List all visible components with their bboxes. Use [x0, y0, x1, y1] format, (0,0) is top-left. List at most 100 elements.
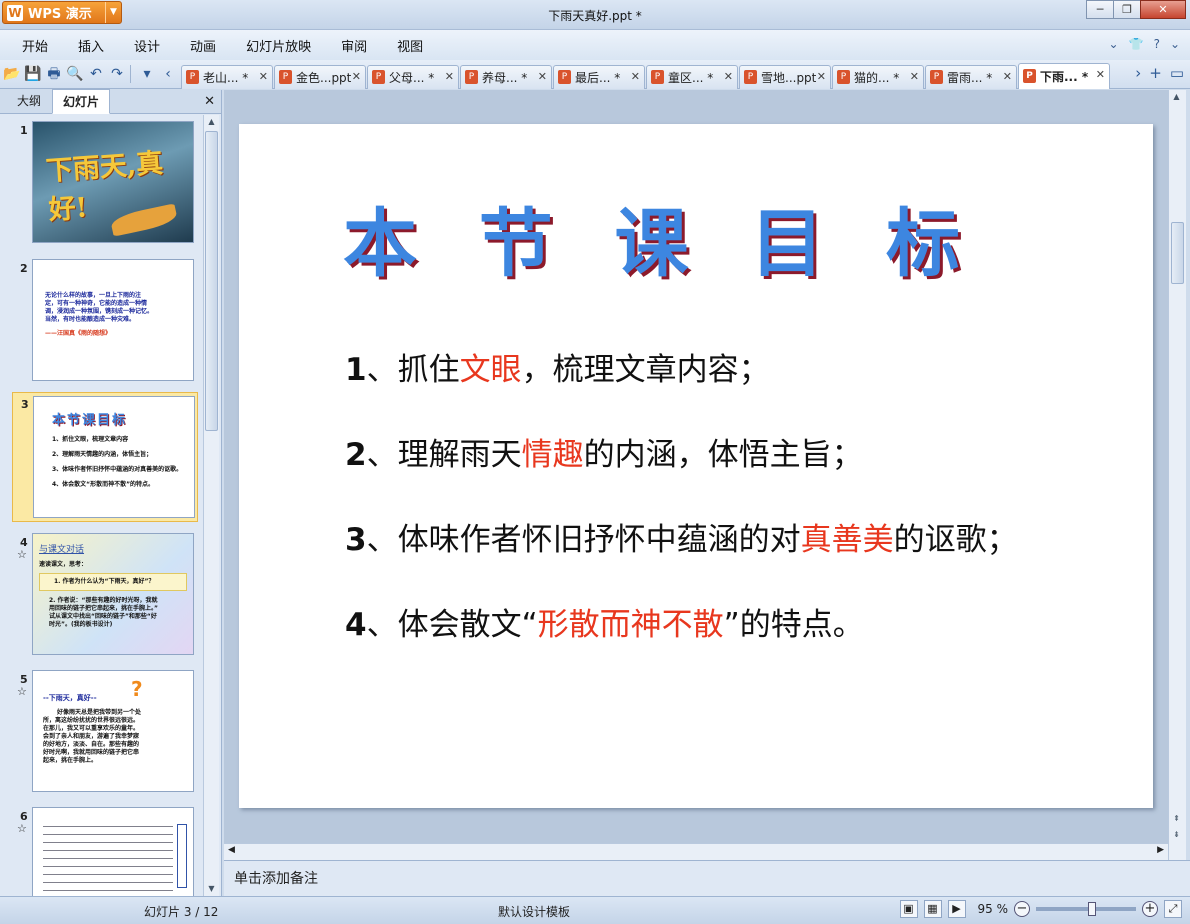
- thumbnail-text: 试从课文中找出“回味的链子”和那些“好: [49, 613, 157, 620]
- print-preview-icon[interactable]: 🔍: [66, 65, 84, 83]
- slideshow-view-icon[interactable]: ▶: [947, 900, 966, 918]
- zoom-out-icon[interactable]: −: [1014, 901, 1030, 917]
- slide-number: 1: [20, 124, 28, 137]
- print-icon[interactable]: 🖶: [45, 65, 63, 83]
- minimize-button[interactable]: ─: [1086, 0, 1114, 19]
- close-icon[interactable]: ✕: [1003, 70, 1012, 83]
- chevron-down-icon[interactable]: ⌄: [1109, 37, 1119, 51]
- maximize-button[interactable]: ❐: [1113, 0, 1141, 19]
- slide-thumbnail[interactable]: 本节课目标 1、抓住文眼，梳理文章内容 2、理解雨天情趣的内涵，体悟主旨； 3、…: [33, 396, 195, 518]
- doc-tab[interactable]: P 父母... * ✕: [367, 64, 459, 89]
- goal-item[interactable]: 4、体会散文“形散而神不散”的特点。: [345, 599, 864, 644]
- slide-thumbnail[interactable]: 无论什么样的故事，一旦上下雨的注 定，可有一种神奇，它能的造成一种情 调，浸润成…: [32, 259, 194, 381]
- tab-outline[interactable]: 大纲: [6, 88, 52, 113]
- close-icon[interactable]: ✕: [352, 70, 361, 83]
- doc-tab[interactable]: P 金色...ppt ✕: [274, 64, 366, 89]
- doc-tab[interactable]: P 雪地...ppt ✕: [739, 64, 831, 89]
- normal-view-icon[interactable]: ▣: [899, 900, 918, 918]
- close-icon[interactable]: ✕: [1096, 68, 1105, 81]
- doc-tab[interactable]: P 养母... * ✕: [460, 64, 552, 89]
- scroll-up-icon[interactable]: ▲: [204, 115, 219, 129]
- menu-review[interactable]: 审阅: [341, 36, 367, 55]
- close-icon[interactable]: ✕: [259, 70, 268, 83]
- close-icon[interactable]: ✕: [910, 70, 919, 83]
- menu-insert[interactable]: 插入: [78, 36, 104, 55]
- menu-start[interactable]: 开始: [22, 36, 48, 55]
- scroll-right-icon[interactable]: ▶: [1157, 845, 1164, 855]
- undo-icon[interactable]: ↶: [87, 65, 105, 83]
- zoom-slider[interactable]: [1036, 902, 1136, 916]
- goal-text: 、体会散文“: [366, 607, 538, 643]
- slide-thumbnail-row[interactable]: 1 下雨天,真好!: [0, 119, 202, 245]
- slide-title[interactable]: 本 节 课 目 标: [343, 184, 978, 291]
- redo-icon[interactable]: ↷: [108, 65, 126, 83]
- close-icon[interactable]: ✕: [724, 70, 733, 83]
- doc-tab[interactable]: P 老山... * ✕: [181, 64, 273, 89]
- help-icon[interactable]: ?: [1154, 37, 1160, 51]
- slide-thumbnail[interactable]: 与课文对话 速读课文，思考： 1. 作者为什么认为“下雨天，真好”？ 2. 作者…: [32, 533, 194, 655]
- notes-pane[interactable]: 单击添加备注: [224, 860, 1190, 896]
- scrollbar-thumb[interactable]: [205, 131, 218, 431]
- slide-thumbnail-row[interactable]: 2 无论什么样的故事，一旦上下雨的注 定，可有一种神奇，它能的造成一种情 调，浸…: [0, 257, 202, 383]
- fit-to-window-icon[interactable]: ⤢: [1164, 900, 1182, 918]
- slides-panel-scrollbar[interactable]: ▲ ▼: [203, 115, 219, 896]
- slide-thumbnail[interactable]: 下雨天,真好!: [32, 121, 194, 243]
- previous-slide-icon[interactable]: ⇞: [1169, 812, 1184, 826]
- tab-slides[interactable]: 幻灯片: [52, 89, 111, 114]
- scroll-down-icon[interactable]: ▼: [204, 882, 219, 896]
- new-tab-icon[interactable]: +: [1149, 64, 1162, 82]
- doc-tab-label: 父母... *: [389, 70, 435, 85]
- menu-design[interactable]: 设计: [134, 36, 160, 55]
- close-icon[interactable]: ✕: [817, 70, 826, 83]
- tab-list-icon[interactable]: ▭: [1170, 64, 1184, 82]
- scroll-left-icon[interactable]: ◀: [228, 845, 235, 855]
- thumbnail-text: 3、体味作者怀旧抒怀中蕴涵的对真善美的讴歌。: [52, 466, 183, 473]
- doc-tab-active[interactable]: P 下雨... * ✕: [1018, 62, 1110, 89]
- menu-animation[interactable]: 动画: [190, 36, 216, 55]
- goal-item[interactable]: 2、理解雨天情趣的内涵，体悟主旨；: [345, 429, 863, 474]
- customize-toolbar-icon[interactable]: ▾: [138, 65, 156, 83]
- thumbnail-text: 所，离这纷纷扰扰的世界很远很远。: [43, 717, 140, 724]
- zoom-in-icon[interactable]: +: [1142, 901, 1158, 917]
- slide-thumbnail[interactable]: [32, 807, 194, 896]
- goal-item[interactable]: 1、抓住文眼，梳理文章内容；: [345, 344, 770, 389]
- zoom-slider-handle[interactable]: [1088, 902, 1096, 916]
- chevron-down-icon[interactable]: ⌄: [1170, 37, 1180, 51]
- scroll-up-icon[interactable]: ▲: [1169, 90, 1184, 104]
- current-slide[interactable]: 本 节 课 目 标 1、抓住文眼，梳理文章内容； 2、理解雨天情趣的内涵，体悟主…: [239, 124, 1153, 808]
- menu-view[interactable]: 视图: [397, 36, 423, 55]
- close-button[interactable]: ✕: [1140, 0, 1186, 19]
- close-panel-icon[interactable]: ✕: [204, 94, 215, 109]
- slide-thumbnail-row[interactable]: 6 ☆: [0, 805, 202, 896]
- close-icon[interactable]: ✕: [631, 70, 640, 83]
- skin-icon[interactable]: 👕: [1129, 37, 1144, 51]
- design-template-name[interactable]: 默认设计模板: [498, 903, 570, 920]
- animation-star-icon: ☆: [17, 685, 27, 698]
- tabs-scroll-left-icon[interactable]: ‹: [159, 65, 177, 83]
- menu-slideshow[interactable]: 幻灯片放映: [246, 36, 311, 55]
- scrollbar-thumb[interactable]: [1171, 222, 1184, 284]
- question-mark-icon: ?: [131, 677, 143, 701]
- save-icon[interactable]: 💾: [24, 65, 42, 83]
- tabs-scroll-right-icon[interactable]: ›: [1135, 64, 1141, 82]
- slide-thumbnail-row[interactable]: 4 ☆ 与课文对话 速读课文，思考： 1. 作者为什么认为“下雨天，真好”？ 2…: [0, 531, 202, 657]
- thumbnail-text: 2. 作者说：“那些有趣的好时光呀，我就: [49, 597, 158, 604]
- doc-tab[interactable]: P 童区... * ✕: [646, 64, 738, 89]
- close-icon[interactable]: ✕: [445, 70, 454, 83]
- slide-sorter-view-icon[interactable]: ▦: [923, 900, 942, 918]
- goal-highlight: 文眼: [459, 352, 522, 388]
- slide-thumbnail-row[interactable]: 5 ☆ ? --下雨天，真好-- 好像雨天总是把我带到另一个处 所，离这纷纷扰扰…: [0, 668, 202, 794]
- thumbnail-text: 会到了亲人和朋友，游遍了我幸梦寐: [43, 733, 140, 740]
- doc-tab[interactable]: P 猫的... * ✕: [832, 64, 924, 89]
- doc-tab[interactable]: P 最后... * ✕: [553, 64, 645, 89]
- next-slide-icon[interactable]: ⇟: [1169, 828, 1184, 842]
- close-icon[interactable]: ✕: [538, 70, 547, 83]
- open-folder-icon[interactable]: 📂: [3, 65, 21, 83]
- slide-thumbnail-row-selected[interactable]: 3 本节课目标 1、抓住文眼，梳理文章内容 2、理解雨天情趣的内涵，体悟主旨； …: [12, 392, 198, 522]
- doc-tab[interactable]: P 雷雨... * ✕: [925, 64, 1017, 89]
- goal-item[interactable]: 3、体味作者怀旧抒怀中蕴涵的对真善美的讴歌；: [345, 514, 1018, 559]
- slide-vertical-scrollbar[interactable]: ▲ ⇞ ⇟: [1168, 90, 1186, 860]
- window-title: 下雨天真好.ppt *: [548, 9, 642, 23]
- slide-horizontal-scrollbar[interactable]: ◀ ▶: [224, 843, 1168, 860]
- slide-thumbnail[interactable]: ? --下雨天，真好-- 好像雨天总是把我带到另一个处 所，离这纷纷扰扰的世界很…: [32, 670, 194, 792]
